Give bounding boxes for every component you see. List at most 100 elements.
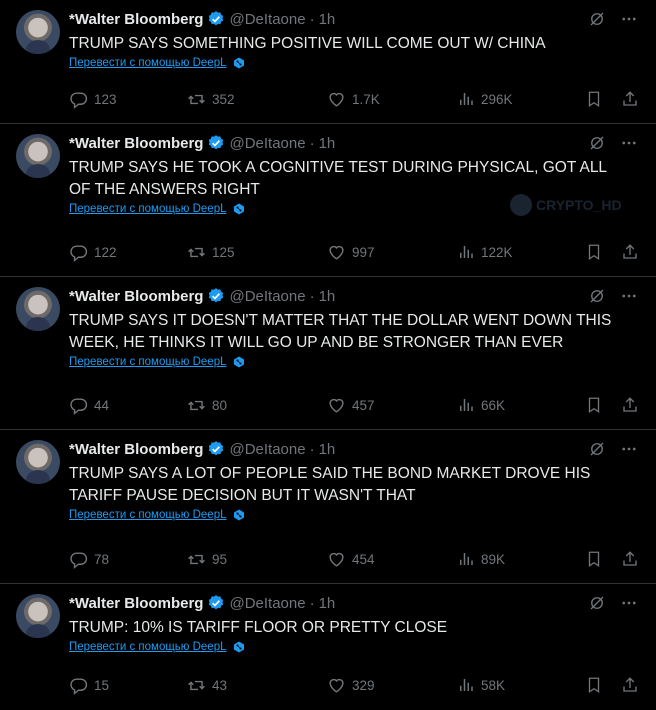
grok-icon[interactable]: [588, 134, 606, 152]
translate-label[interactable]: Перевести с помощью DeepL: [69, 509, 227, 521]
share-icon: [621, 676, 645, 694]
repost-button[interactable]: 352: [187, 90, 235, 109]
translate-link[interactable]: Перевести с помощью DeepL: [69, 509, 245, 521]
bookmark-button[interactable]: [585, 90, 609, 108]
more-icon[interactable]: [620, 134, 638, 152]
like-icon: [327, 676, 352, 695]
tweet[interactable]: *Walter Bloomberg @DeItaone · 1h TRUMP SAYS …: [0, 277, 656, 430]
tweet-actions: 78 95 454 89K: [69, 550, 639, 570]
tweet-text-line: TRUMP SAYS A LOT OF PEOPLE SAID THE BOND…: [69, 465, 591, 482]
reply-button[interactable]: 44: [69, 396, 109, 415]
repost-button[interactable]: 95: [187, 550, 227, 569]
deepl-icon: [233, 203, 245, 215]
grok-icon[interactable]: [588, 10, 606, 28]
like-count: 454: [352, 552, 375, 567]
translate-label[interactable]: Перевести с помощью DeepL: [69, 356, 227, 368]
author-handle[interactable]: @DeItaone: [229, 135, 305, 152]
author-handle[interactable]: @DeItaone: [229, 441, 305, 458]
like-button[interactable]: 1.7K: [327, 90, 380, 109]
timestamp[interactable]: 1h: [319, 135, 336, 152]
views-button[interactable]: 89K: [457, 550, 505, 568]
share-button[interactable]: [621, 243, 645, 261]
translate-label[interactable]: Перевести с помощью DeepL: [69, 203, 227, 215]
timestamp[interactable]: 1h: [319, 288, 336, 305]
tweet-text-line: TARIFF PAUSE DECISION BUT IT WASN'T THAT: [69, 487, 416, 504]
author-name[interactable]: *Walter Bloomberg: [69, 595, 203, 612]
reply-button[interactable]: 78: [69, 550, 109, 569]
like-button[interactable]: 457: [327, 396, 375, 415]
avatar[interactable]: [16, 440, 60, 484]
tweet-text: TRUMP SAYS A LOT OF PEOPLE SAID THE BOND…: [69, 463, 639, 507]
more-icon[interactable]: [620, 594, 638, 612]
grok-icon[interactable]: [588, 594, 606, 612]
timestamp[interactable]: 1h: [319, 441, 336, 458]
translate-link[interactable]: Перевести с помощью DeepL: [69, 203, 245, 215]
share-button[interactable]: [621, 676, 645, 694]
avatar[interactable]: [16, 10, 60, 54]
bookmark-button[interactable]: [585, 243, 609, 261]
views-icon: [457, 550, 481, 568]
bookmark-button[interactable]: [585, 676, 609, 694]
views-button[interactable]: 58K: [457, 676, 505, 694]
reply-icon: [69, 90, 94, 109]
grok-icon[interactable]: [588, 440, 606, 458]
avatar[interactable]: [16, 134, 60, 178]
views-button[interactable]: 122K: [457, 243, 513, 261]
more-icon[interactable]: [620, 440, 638, 458]
like-count: 1.7K: [352, 92, 380, 107]
reply-button[interactable]: 122: [69, 243, 117, 262]
grok-icon[interactable]: [588, 287, 606, 305]
bookmark-button[interactable]: [585, 396, 609, 414]
tweet[interactable]: *Walter Bloomberg @DeItaone · 1h TRUMP SAYS …: [0, 0, 656, 124]
views-button[interactable]: 66K: [457, 396, 505, 414]
repost-button[interactable]: 80: [187, 396, 227, 415]
timestamp[interactable]: 1h: [319, 595, 336, 612]
watermark: CRYPTO_HD: [510, 194, 622, 216]
like-count: 457: [352, 398, 375, 413]
like-button[interactable]: 997: [327, 243, 375, 262]
like-button[interactable]: 454: [327, 550, 375, 569]
timestamp[interactable]: 1h: [319, 11, 336, 28]
repost-icon: [187, 676, 212, 695]
translate-link[interactable]: Перевести с помощью DeepL: [69, 641, 245, 653]
repost-count: 43: [212, 678, 228, 693]
like-icon: [327, 90, 352, 109]
tweet[interactable]: *Walter Bloomberg @DeItaone · 1h TRUMP: 10% …: [0, 584, 656, 710]
tweet[interactable]: *Walter Bloomberg @DeItaone · 1h TRUMP SAYS …: [0, 430, 656, 584]
translate-link[interactable]: Перевести с помощью DeepL: [69, 356, 245, 368]
more-icon[interactable]: [620, 287, 638, 305]
author-handle[interactable]: @DeItaone: [229, 288, 305, 305]
like-button[interactable]: 329: [327, 676, 375, 695]
views-count: 66K: [481, 397, 506, 413]
like-icon: [327, 396, 352, 415]
translate-link[interactable]: Перевести с помощью DeepL: [69, 57, 245, 69]
author-name[interactable]: *Walter Bloomberg: [69, 135, 203, 152]
more-icon[interactable]: [620, 10, 638, 28]
translate-label[interactable]: Перевести с помощью DeepL: [69, 641, 227, 653]
author-name[interactable]: *Walter Bloomberg: [69, 288, 203, 305]
bookmark-button[interactable]: [585, 550, 609, 568]
bookmark-icon: [585, 396, 609, 414]
author-handle[interactable]: @DeItaone: [229, 11, 305, 28]
share-button[interactable]: [621, 90, 645, 108]
share-button[interactable]: [621, 550, 645, 568]
author-handle[interactable]: @DeItaone: [229, 595, 305, 612]
author-name[interactable]: *Walter Bloomberg: [69, 441, 203, 458]
watermark-text: CRYPTO_HD: [536, 197, 622, 213]
tweet-text: TRUMP SAYS IT DOESN'T MATTER THAT THE DO…: [69, 310, 639, 354]
tweet-text-line: TRUMP SAYS SOMETHING POSITIVE WILL COME …: [69, 35, 546, 52]
avatar[interactable]: [16, 287, 60, 331]
translate-label[interactable]: Перевести с помощью DeepL: [69, 57, 227, 69]
reply-button[interactable]: 123: [69, 90, 117, 109]
author-name[interactable]: *Walter Bloomberg: [69, 11, 203, 28]
repost-count: 95: [212, 552, 228, 567]
share-button[interactable]: [621, 396, 645, 414]
avatar[interactable]: [16, 594, 60, 638]
reply-icon: [69, 396, 94, 415]
views-button[interactable]: 296K: [457, 90, 513, 108]
repost-button[interactable]: 43: [187, 676, 227, 695]
repost-button[interactable]: 125: [187, 243, 235, 262]
tweet-text-line: TRUMP SAYS IT DOESN'T MATTER THAT THE DO…: [69, 312, 612, 329]
separator-dot: ·: [309, 134, 315, 152]
reply-button[interactable]: 15: [69, 676, 109, 695]
